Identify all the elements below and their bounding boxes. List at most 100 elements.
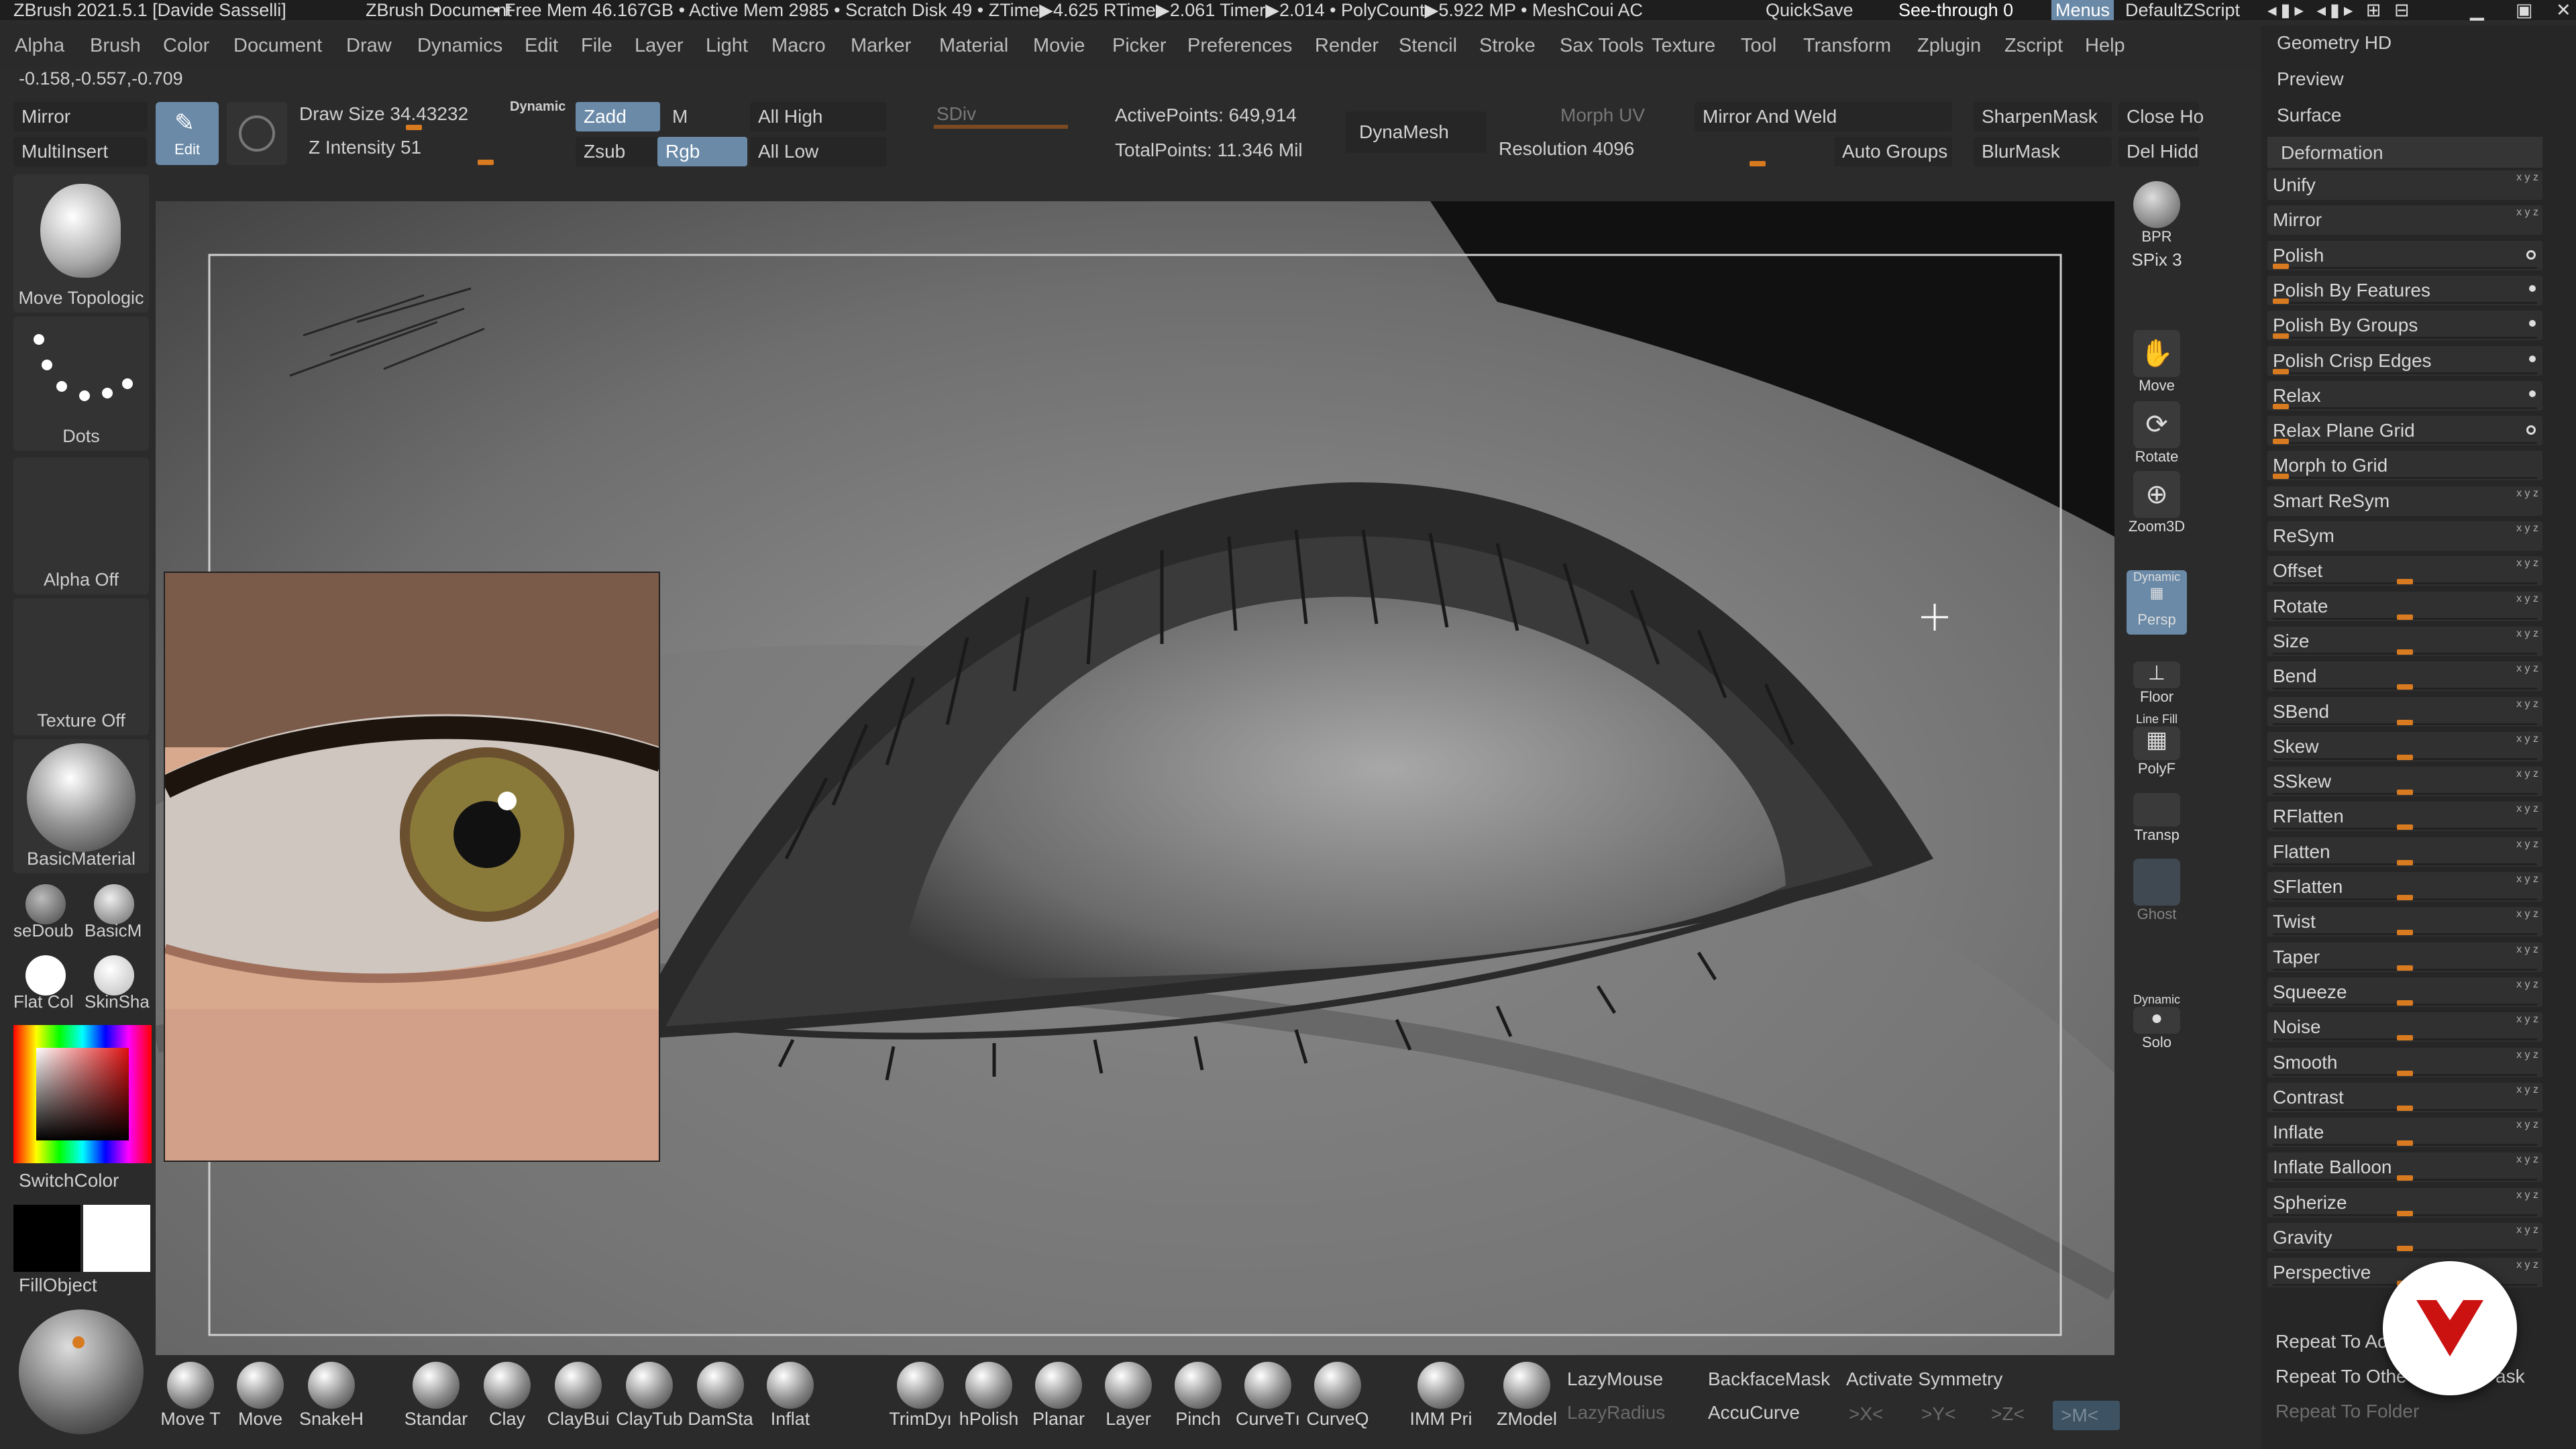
ring-toggle-icon[interactable] bbox=[2526, 425, 2536, 435]
axis-toggle-icon[interactable]: x y z bbox=[2516, 873, 2538, 885]
window-controls-icon[interactable]: ◂▮▸ ◂▮▸ ⊞ ⊟ bbox=[2267, 0, 2414, 20]
deform-smooth[interactable]: Smooth x y z bbox=[2267, 1048, 2542, 1077]
deform-slider-knob[interactable] bbox=[2397, 930, 2413, 935]
lazymouse-button[interactable]: LazyMouse bbox=[1567, 1368, 1663, 1390]
zadd-button[interactable]: Zadd bbox=[576, 102, 660, 131]
material-slot-2[interactable] bbox=[94, 884, 134, 924]
resolution-slider[interactable]: Resolution 4096 bbox=[1499, 138, 1634, 160]
move-view-button[interactable]: ✋ Move bbox=[2127, 330, 2187, 394]
brush-zmodel[interactable]: ZModel bbox=[1493, 1362, 1560, 1430]
dot-toggle-icon[interactable] bbox=[2529, 320, 2536, 327]
deform-slider-knob[interactable] bbox=[2397, 1000, 2413, 1006]
canvas-viewport[interactable] bbox=[156, 201, 2114, 1355]
deform-slider-knob[interactable] bbox=[2272, 264, 2289, 269]
axis-toggle-icon[interactable]: x y z bbox=[2516, 768, 2538, 780]
menu-document[interactable]: Document bbox=[233, 35, 322, 57]
menu-zscript[interactable]: Zscript bbox=[2004, 35, 2063, 57]
brush-clay[interactable]: Clay bbox=[474, 1362, 541, 1430]
deform-offset[interactable]: Offset x y z bbox=[2267, 556, 2542, 586]
rgb-button[interactable]: Rgb bbox=[657, 137, 747, 166]
menu-layer[interactable]: Layer bbox=[635, 35, 684, 57]
alpha-selector[interactable]: Alpha Off bbox=[13, 458, 149, 594]
deform-resym[interactable]: ReSym x y z bbox=[2267, 521, 2542, 551]
dot-toggle-icon[interactable] bbox=[2529, 390, 2536, 397]
deform-noise[interactable]: Noise x y z bbox=[2267, 1012, 2542, 1042]
all-low-button[interactable]: All Low bbox=[750, 137, 887, 166]
deform-relax-plane-grid[interactable]: Relax Plane Grid bbox=[2267, 416, 2542, 445]
color-sv-square[interactable] bbox=[36, 1048, 129, 1140]
dynamesh-button[interactable]: DynaMesh bbox=[1346, 111, 1487, 153]
menu-edit[interactable]: Edit bbox=[525, 35, 558, 57]
accucurve-button[interactable]: AccuCurve bbox=[1708, 1402, 1800, 1424]
activate-symmetry-button[interactable]: Activate Symmetry bbox=[1846, 1368, 2002, 1390]
del-hidden-button[interactable]: Del Hidd bbox=[2118, 137, 2199, 166]
menu-help[interactable]: Help bbox=[2085, 35, 2125, 57]
brush-planar[interactable]: Planar bbox=[1025, 1362, 1092, 1430]
axis-toggle-icon[interactable]: x y z bbox=[2516, 1084, 2538, 1096]
menu-preferences[interactable]: Preferences bbox=[1187, 35, 1292, 57]
symmetry-y-button[interactable]: >Y< bbox=[1921, 1403, 1955, 1425]
deform-slider-knob[interactable] bbox=[2397, 860, 2413, 865]
deform-bend[interactable]: Bend x y z bbox=[2267, 661, 2542, 691]
deform-rflatten[interactable]: RFlatten x y z bbox=[2267, 802, 2542, 831]
deform-polish-by-groups[interactable]: Polish By Groups bbox=[2267, 311, 2542, 340]
bpr-button[interactable]: BPR bbox=[2127, 181, 2187, 246]
preview-header[interactable]: Preview bbox=[2277, 68, 2344, 90]
see-through-slider[interactable]: See-through 0 bbox=[1898, 0, 2013, 20]
deform-morph-to-grid[interactable]: Morph to Grid bbox=[2267, 451, 2542, 480]
floor-button[interactable]: ⊥ Floor bbox=[2127, 661, 2187, 706]
deform-slider-knob[interactable] bbox=[2397, 965, 2413, 971]
axis-toggle-icon[interactable]: x y z bbox=[2516, 979, 2538, 991]
close-icon[interactable]: ✕ bbox=[2556, 0, 2571, 20]
axis-toggle-icon[interactable]: x y z bbox=[2516, 1189, 2538, 1201]
menu-picker[interactable]: Picker bbox=[1112, 35, 1167, 57]
deform-slider-knob[interactable] bbox=[2397, 614, 2413, 620]
minimize-icon[interactable]: ▁ bbox=[2470, 0, 2484, 20]
deform-slider-knob[interactable] bbox=[2272, 439, 2289, 444]
menu-transform[interactable]: Transform bbox=[1803, 35, 1891, 57]
brush-move[interactable]: Move bbox=[227, 1362, 294, 1430]
menu-light[interactable]: Light bbox=[706, 35, 748, 57]
quicksave-button[interactable]: QuickSave bbox=[1766, 0, 1854, 20]
menu-texture[interactable]: Texture bbox=[1652, 35, 1715, 57]
rotate-view-button[interactable]: ⟳ Rotate bbox=[2127, 401, 2187, 466]
ghost-button[interactable]: Ghost bbox=[2127, 859, 2187, 923]
color-picker[interactable] bbox=[13, 1025, 152, 1163]
menu-draw[interactable]: Draw bbox=[346, 35, 392, 57]
brush-hpolish[interactable]: hPolish bbox=[955, 1362, 1022, 1430]
geometry-hd-header[interactable]: Geometry HD bbox=[2277, 32, 2392, 54]
axis-toggle-icon[interactable]: x y z bbox=[2516, 733, 2538, 745]
all-high-button[interactable]: All High bbox=[750, 102, 887, 131]
brush-selector[interactable]: Move Topologic bbox=[13, 174, 149, 313]
deform-slider-knob[interactable] bbox=[2397, 1071, 2413, 1076]
deform-slider-knob[interactable] bbox=[2397, 684, 2413, 690]
deform-slider-knob[interactable] bbox=[2272, 474, 2289, 479]
navigation-sphere[interactable] bbox=[19, 1309, 144, 1434]
axis-toggle-icon[interactable]: x y z bbox=[2516, 1224, 2538, 1236]
solo-button[interactable]: Dynamic ● Solo bbox=[2127, 993, 2187, 1051]
auto-groups-button[interactable]: Auto Groups bbox=[1834, 137, 1952, 166]
brush-pinch[interactable]: Pinch bbox=[1165, 1362, 1232, 1430]
brush-standar[interactable]: Standar bbox=[402, 1362, 470, 1430]
deform-polish[interactable]: Polish bbox=[2267, 241, 2542, 270]
repeat-to-folder-button[interactable]: Repeat To Folder bbox=[2267, 1397, 2542, 1426]
brush-claytub[interactable]: ClayTub bbox=[616, 1362, 683, 1430]
deform-slider-knob[interactable] bbox=[2272, 333, 2289, 339]
deform-slider-knob[interactable] bbox=[2397, 1211, 2413, 1216]
draw-mode-button[interactable] bbox=[227, 102, 287, 165]
z-intensity-knob[interactable] bbox=[478, 160, 494, 165]
menu-dynamics[interactable]: Dynamics bbox=[417, 35, 502, 57]
deform-slider-knob[interactable] bbox=[2272, 369, 2289, 374]
maximize-icon[interactable]: ▣ bbox=[2516, 0, 2533, 20]
texture-selector[interactable]: Texture Off bbox=[13, 598, 149, 735]
deform-slider-knob[interactable] bbox=[2272, 404, 2289, 409]
resolution-knob[interactable] bbox=[1750, 161, 1766, 166]
axis-toggle-icon[interactable]: x y z bbox=[2516, 1119, 2538, 1131]
deform-rotate[interactable]: Rotate x y z bbox=[2267, 592, 2542, 621]
deform-slider-knob[interactable] bbox=[2272, 299, 2289, 304]
symmetry-m-button[interactable]: >M< bbox=[2053, 1401, 2120, 1430]
deform-gravity[interactable]: Gravity x y z bbox=[2267, 1223, 2542, 1252]
deform-inflate[interactable]: Inflate x y z bbox=[2267, 1118, 2542, 1147]
brush-inflat[interactable]: Inflat bbox=[757, 1362, 824, 1430]
stroke-selector[interactable]: Dots bbox=[13, 317, 149, 451]
